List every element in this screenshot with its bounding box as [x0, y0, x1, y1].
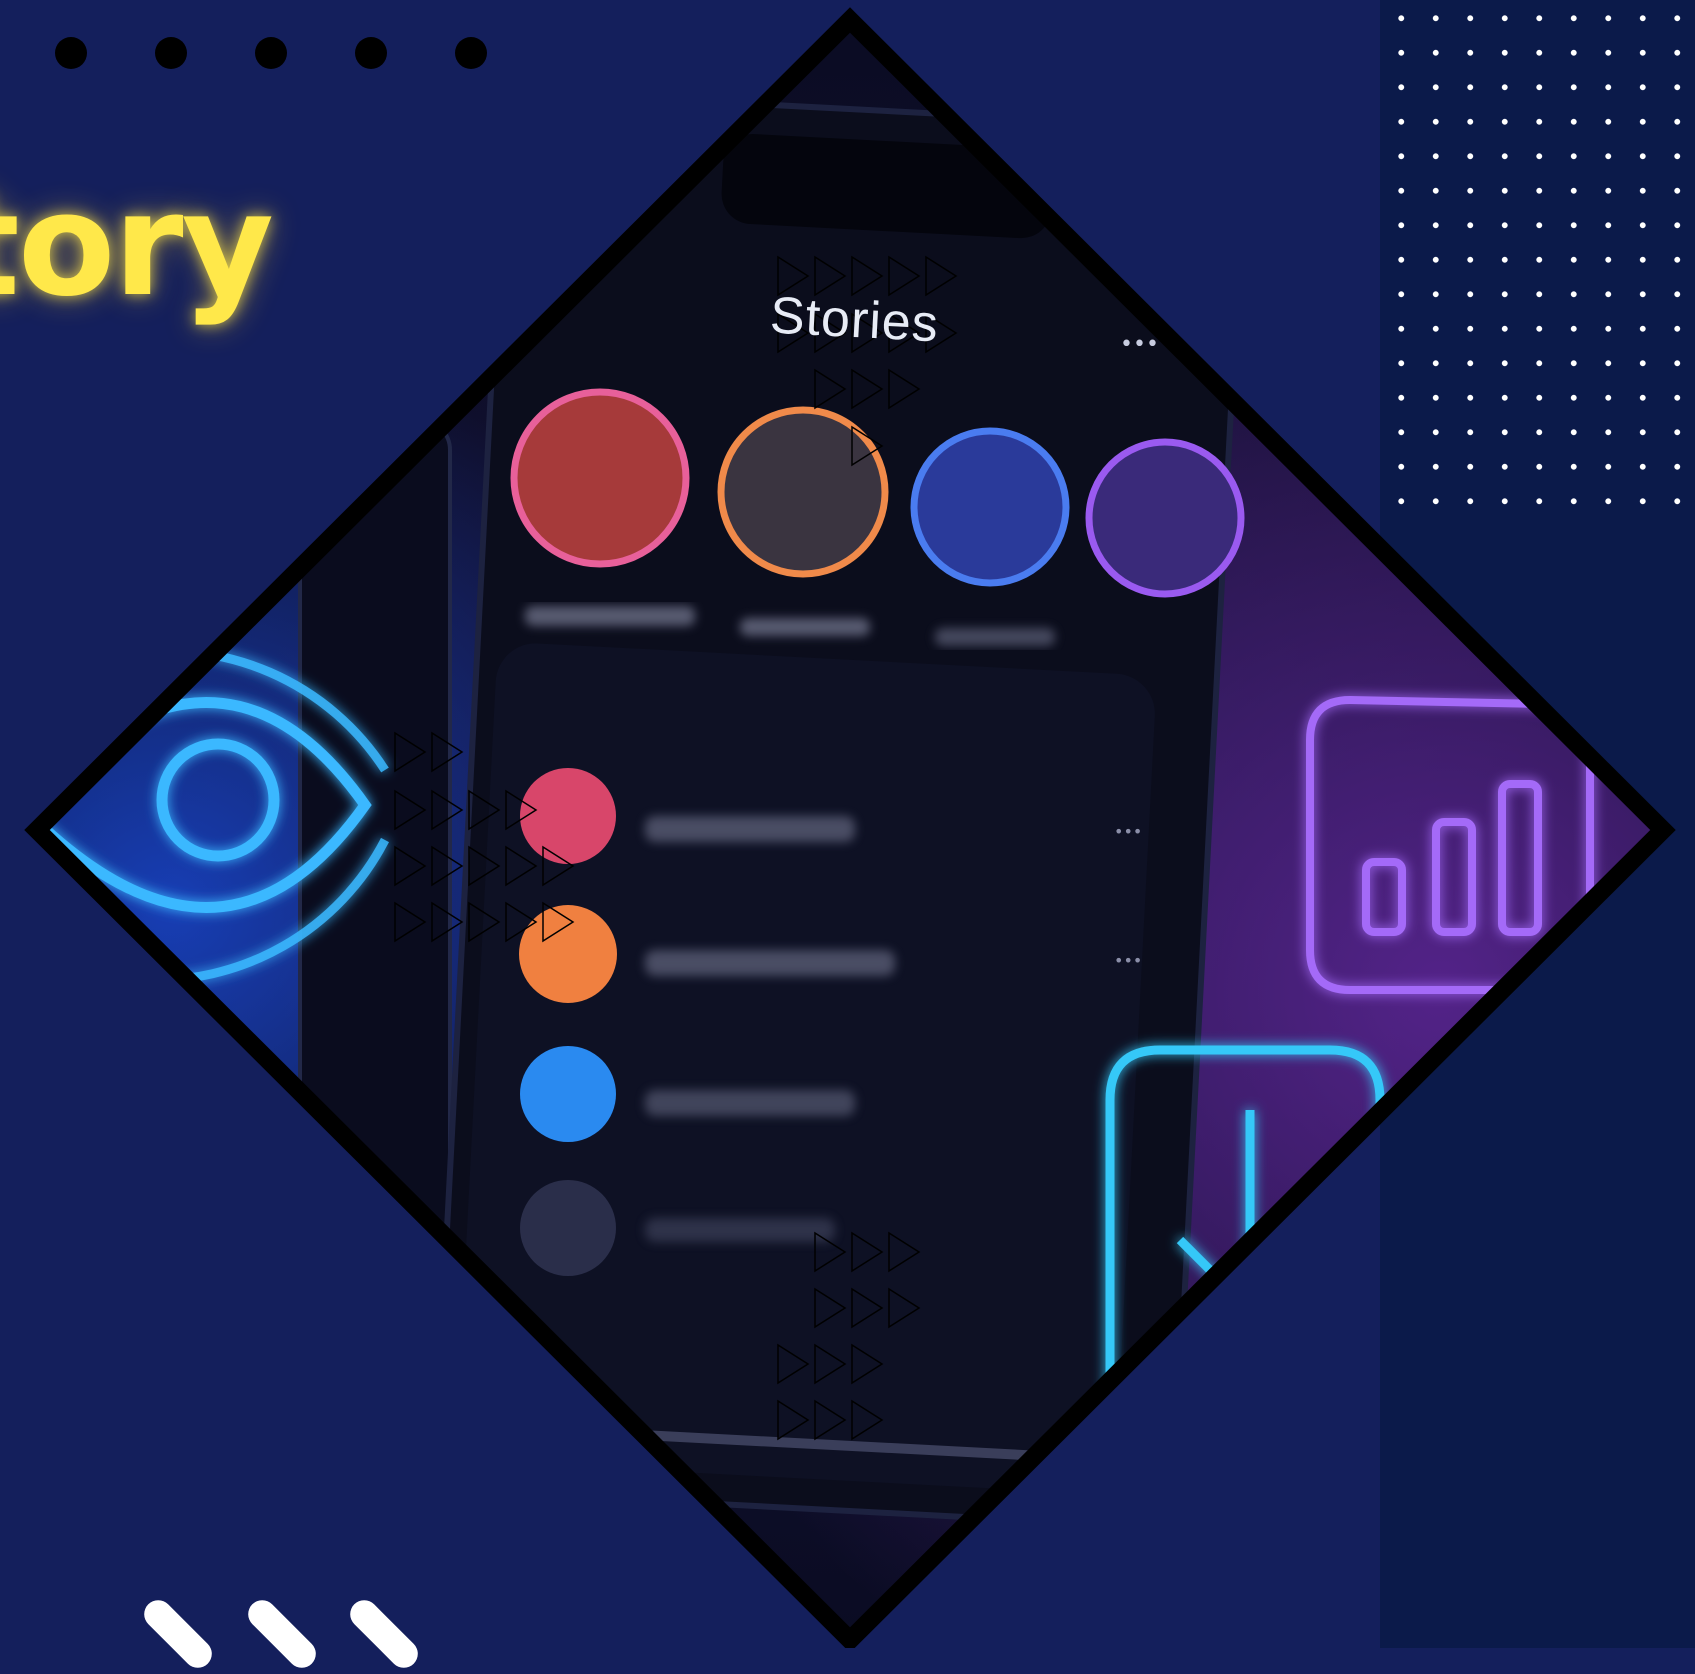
story-username	[525, 606, 695, 626]
list-item-text	[645, 1090, 855, 1116]
story-ring	[717, 406, 889, 578]
story-ring	[910, 427, 1070, 587]
stories-header-title: Stories	[768, 286, 941, 354]
list-avatar	[520, 1180, 616, 1276]
story-username	[935, 628, 1055, 646]
list-item-more-button[interactable]: •••	[1114, 822, 1142, 841]
list-item-text	[645, 950, 895, 976]
diamond-frame	[0, 0, 1695, 1648]
list-avatar	[520, 1046, 616, 1142]
story-ring	[510, 388, 690, 568]
stories-more-button[interactable]: •••	[1120, 332, 1159, 357]
list-item-text	[645, 816, 855, 842]
list-item-more-button[interactable]: •••	[1114, 951, 1142, 970]
story-username	[740, 618, 870, 636]
list-item-text	[645, 1218, 835, 1242]
story-ring	[1085, 438, 1245, 598]
list-avatar	[520, 768, 616, 864]
